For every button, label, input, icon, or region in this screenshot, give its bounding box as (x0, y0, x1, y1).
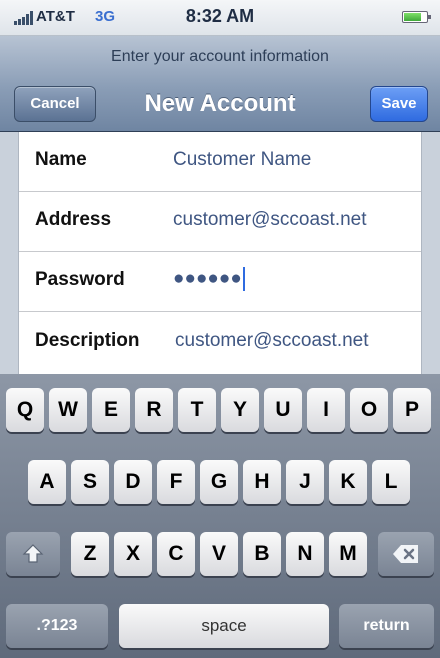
password-value[interactable]: ●●●●●● (173, 267, 245, 291)
key-p[interactable]: P (393, 388, 431, 432)
delete-key[interactable] (378, 532, 434, 576)
key-r[interactable]: R (135, 388, 173, 432)
password-dots: ●●●●●● (173, 268, 242, 290)
key-m[interactable]: M (329, 532, 367, 576)
key-j[interactable]: J (286, 460, 324, 504)
address-field[interactable]: Address customer@sccoast.net (19, 192, 421, 252)
key-d[interactable]: D (114, 460, 152, 504)
key-y[interactable]: Y (221, 388, 259, 432)
key-t[interactable]: T (178, 388, 216, 432)
password-label: Password (35, 269, 125, 290)
name-label: Name (35, 149, 87, 170)
description-label: Description (35, 330, 140, 351)
key-i[interactable]: I (307, 388, 345, 432)
password-field[interactable]: Password ●●●●●● (19, 252, 421, 312)
description-value[interactable]: customer@sccoast.net (175, 330, 369, 352)
account-form: Name Customer Name Address customer@scco… (0, 132, 440, 374)
address-value[interactable]: customer@sccoast.net (173, 209, 367, 231)
name-field[interactable]: Name Customer Name (19, 132, 421, 192)
key-k[interactable]: K (329, 460, 367, 504)
key-q[interactable]: Q (6, 388, 44, 432)
key-f[interactable]: F (157, 460, 195, 504)
key-x[interactable]: X (114, 532, 152, 576)
navigation-bar: Enter your account information Cancel Ne… (0, 36, 440, 132)
key-v[interactable]: V (200, 532, 238, 576)
space-key[interactable]: space (119, 604, 329, 648)
key-c[interactable]: C (157, 532, 195, 576)
key-b[interactable]: B (243, 532, 281, 576)
status-bar: AT&T 3G 8:32 AM (0, 0, 440, 36)
key-g[interactable]: G (200, 460, 238, 504)
return-key[interactable]: return (339, 604, 434, 648)
description-field[interactable]: Description customer@sccoast.net (19, 312, 421, 374)
key-u[interactable]: U (264, 388, 302, 432)
shift-key[interactable] (6, 532, 60, 576)
status-time: 8:32 AM (185, 6, 255, 26)
account-prompt: Enter your account information (111, 48, 329, 65)
key-w[interactable]: W (49, 388, 87, 432)
key-s[interactable]: S (71, 460, 109, 504)
key-e[interactable]: E (92, 388, 130, 432)
battery-icon (402, 11, 431, 23)
numbers-key[interactable]: .?123 (6, 604, 108, 648)
key-a[interactable]: A (28, 460, 66, 504)
key-o[interactable]: O (350, 388, 388, 432)
key-h[interactable]: H (243, 460, 281, 504)
address-label: Address (35, 209, 112, 230)
name-value[interactable]: Customer Name (173, 149, 311, 171)
key-l[interactable]: L (372, 460, 410, 504)
key-z[interactable]: Z (71, 532, 109, 576)
save-button[interactable]: Save (370, 86, 428, 122)
backspace-icon (393, 545, 418, 564)
form-card: Name Customer Name Address customer@scco… (18, 132, 422, 374)
key-n[interactable]: N (286, 532, 324, 576)
keyboard: Q W E R T Y U I O P A S D F G H J K L Z … (0, 374, 440, 658)
text-cursor (242, 267, 245, 291)
shift-arrow-icon (22, 544, 44, 564)
